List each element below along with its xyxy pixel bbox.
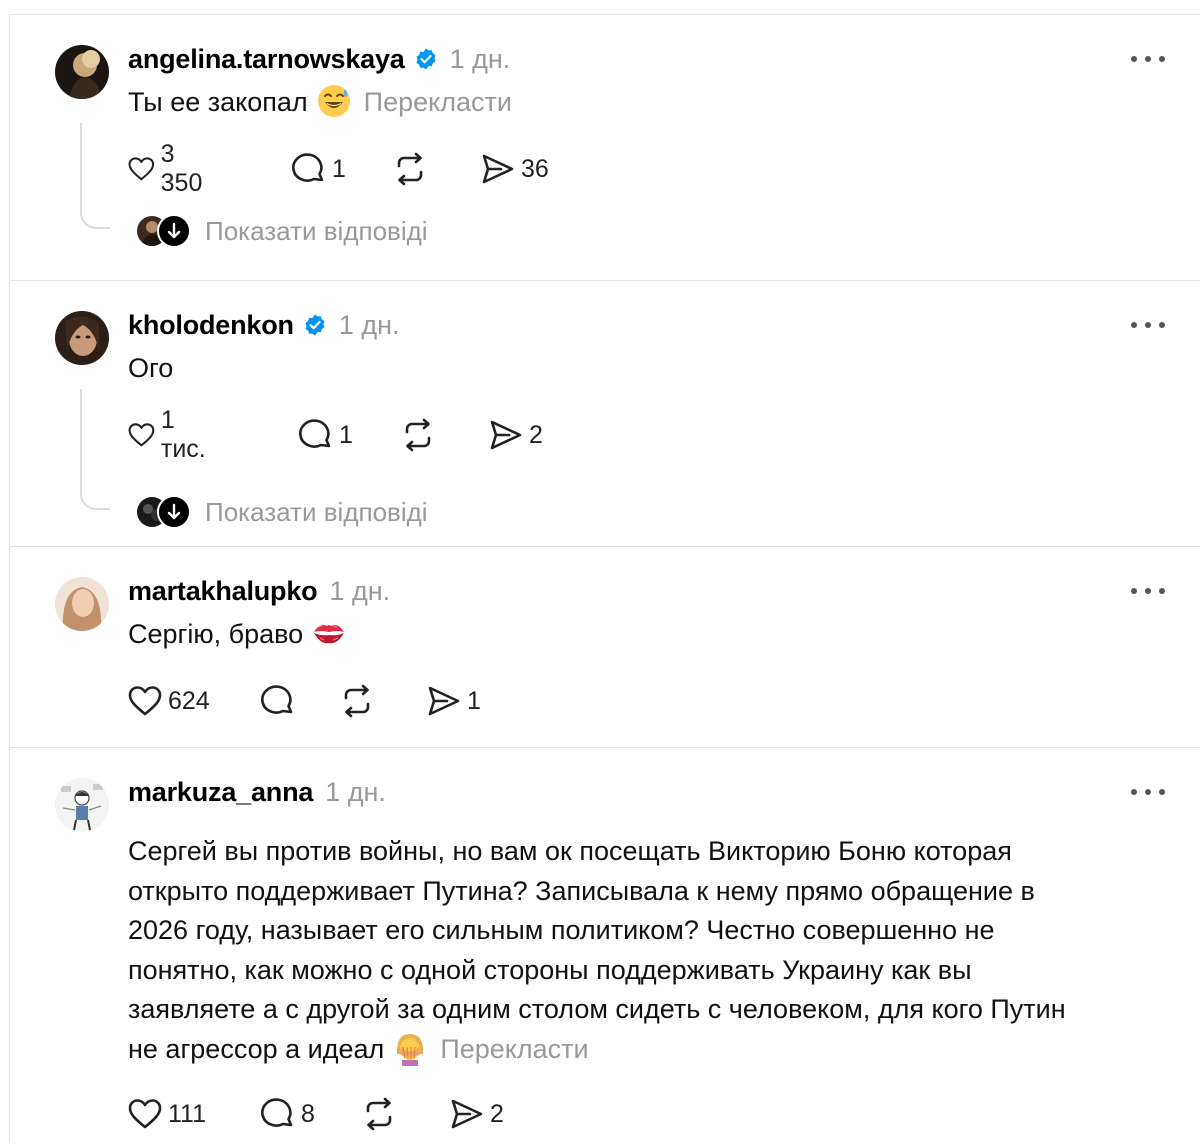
reply-button[interactable]: 1 <box>292 149 346 189</box>
username[interactable]: markuza_anna <box>128 777 313 808</box>
arrow-down-icon <box>157 495 191 529</box>
comment-post: markuza_anna 1 дн. Сергей вы против войн… <box>10 748 1200 1144</box>
share-button[interactable]: 2 <box>489 415 543 455</box>
comment-body: не агрессор а идеал <box>128 1033 385 1064</box>
like-count: 111 <box>168 1099 207 1128</box>
translate-link[interactable]: Перекласти <box>364 87 512 117</box>
like-count: 1 тис. <box>160 406 206 463</box>
reply-count: 1 <box>339 420 353 449</box>
share-count: 2 <box>490 1099 504 1128</box>
like-button[interactable]: 3 350 <box>128 140 210 197</box>
paper-plane-icon <box>428 686 460 716</box>
repost-button[interactable] <box>400 415 436 455</box>
username[interactable]: angelina.tarnowskaya <box>128 44 405 75</box>
reply-count: 1 <box>332 154 346 183</box>
more-options-icon[interactable] <box>1131 319 1165 331</box>
comment-line: понятно, как можно с одной стороны подде… <box>128 954 972 985</box>
timestamp: 1 дн. <box>449 43 511 74</box>
repost-icon <box>397 152 423 186</box>
kiss-mark-emoji <box>314 624 345 644</box>
avatar[interactable] <box>55 311 109 365</box>
reply-button[interactable] <box>261 681 295 721</box>
comment-body: Сергію, браво <box>128 619 304 649</box>
comment-header: martakhalupko 1 дн. <box>128 574 390 608</box>
comment-header: kholodenkon 1 дн. <box>128 308 400 342</box>
comment-post: kholodenkon 1 дн. Ого 1 тис. 1 2 Показат… <box>10 281 1200 546</box>
thread-line <box>80 389 110 510</box>
like-count: 3 350 <box>160 140 203 197</box>
repost-button[interactable] <box>361 1094 397 1134</box>
paper-plane-icon <box>451 1099 483 1129</box>
speech-bubble-icon <box>261 685 293 714</box>
thread-line <box>80 123 110 229</box>
show-replies-label: Показати відповіді <box>205 496 428 527</box>
like-count: 624 <box>168 686 210 715</box>
repost-button[interactable] <box>392 149 428 189</box>
timestamp: 1 дн. <box>338 309 400 340</box>
repost-icon <box>344 684 370 718</box>
translate-link[interactable]: Перекласти <box>440 1034 588 1064</box>
verified-badge-icon <box>305 314 325 336</box>
show-replies-label: Показати відповіді <box>205 215 428 246</box>
comment-line-last: не агрессор а идеал Перекласти <box>128 1030 1158 1070</box>
username[interactable]: martakhalupko <box>128 576 318 607</box>
verified-badge-icon <box>416 48 436 70</box>
share-button[interactable]: 2 <box>450 1094 504 1134</box>
like-button[interactable]: 111 <box>128 1094 206 1134</box>
comment-header: angelina.tarnowskaya 1 дн. <box>128 42 510 76</box>
heart-icon <box>128 686 162 716</box>
comment-line: 2026 году, называет его сильным политико… <box>128 915 995 945</box>
comment-line: открыто поддерживает Путина? Записывала … <box>128 875 1035 906</box>
comment-text: Сергей вы против войны, но вам ок посеща… <box>128 832 1158 1069</box>
reply-button[interactable]: 8 <box>261 1094 315 1134</box>
paper-plane-icon <box>482 154 514 184</box>
share-count: 36 <box>521 154 549 183</box>
comment-post: angelina.tarnowskaya 1 дн. Ты ее закопал… <box>10 15 1200 280</box>
like-button[interactable]: 1 тис. <box>128 406 213 463</box>
more-options-icon[interactable] <box>1131 585 1165 597</box>
comment-post: martakhalupko 1 дн. Сергію, браво 624 1 <box>10 547 1200 747</box>
avatar[interactable] <box>55 778 109 832</box>
username[interactable]: kholodenkon <box>128 310 294 341</box>
repost-button[interactable] <box>339 681 375 721</box>
comment-line: Сергей вы против войны, но вам ок посеща… <box>128 836 1012 866</box>
comment-body: Ого <box>128 353 174 383</box>
sweat-smile-emoji <box>317 85 350 117</box>
comment-line: заявляете а с другой за одним столом сид… <box>128 994 1066 1024</box>
avatar[interactable] <box>55 45 109 99</box>
arrow-down-icon <box>157 214 191 248</box>
heart-icon <box>128 1099 162 1129</box>
paper-plane-icon <box>490 420 522 450</box>
more-options-icon[interactable] <box>1131 53 1165 65</box>
reply-count: 8 <box>301 1099 315 1128</box>
share-button[interactable]: 36 <box>481 149 549 189</box>
repost-icon <box>405 418 431 452</box>
repost-icon <box>366 1097 392 1131</box>
share-count: 2 <box>529 420 543 449</box>
show-replies[interactable]: Показати відповіді <box>135 495 428 529</box>
speech-bubble-icon <box>299 419 331 448</box>
comment-body: Ты ее закопал <box>128 87 308 117</box>
reply-button[interactable]: 1 <box>299 415 353 455</box>
timestamp: 1 дн. <box>325 776 386 807</box>
timestamp: 1 дн. <box>329 575 391 606</box>
comment-text: Сергію, браво <box>128 615 1158 655</box>
heart-icon <box>128 423 155 447</box>
speech-bubble-icon <box>261 1098 293 1127</box>
heart-icon <box>128 157 155 181</box>
share-count: 1 <box>467 686 481 715</box>
comment-text: Ого <box>128 349 1158 389</box>
comment-header: markuza_anna 1 дн. <box>128 775 386 809</box>
like-button[interactable]: 624 <box>128 681 210 721</box>
show-replies[interactable]: Показати відповіді <box>135 214 428 248</box>
woman-facepalming-emoji <box>397 1033 424 1066</box>
avatar[interactable] <box>55 577 109 631</box>
comment-text: Ты ее закопал Перекласти <box>128 83 1158 123</box>
share-button[interactable]: 1 <box>427 681 481 721</box>
more-options-icon[interactable] <box>1131 786 1165 798</box>
speech-bubble-icon <box>292 153 324 182</box>
comments-feed: angelina.tarnowskaya 1 дн. Ты ее закопал… <box>9 14 1200 1143</box>
